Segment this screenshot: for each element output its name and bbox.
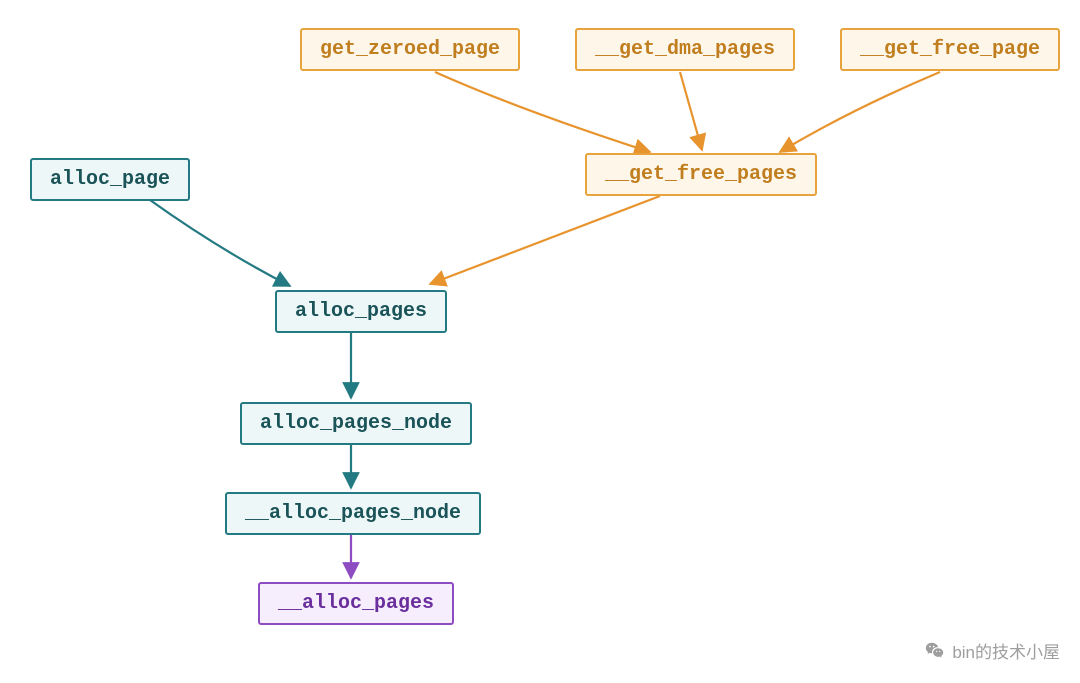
node-label: __alloc_pages — [278, 592, 434, 615]
node-label: __get_free_page — [860, 38, 1040, 61]
node-alloc-pages-final: __alloc_pages — [258, 582, 454, 625]
node-alloc-pages-node-2: __alloc_pages_node — [225, 492, 481, 535]
node-get-free-pages: __get_free_pages — [585, 153, 817, 196]
node-label: __get_dma_pages — [595, 38, 775, 61]
node-label: __get_free_pages — [605, 163, 797, 186]
node-alloc-pages: alloc_pages — [275, 290, 447, 333]
node-label: __alloc_pages_node — [245, 502, 461, 525]
node-get-free-page: __get_free_page — [840, 28, 1060, 71]
node-label: alloc_page — [50, 168, 170, 191]
node-alloc-page: alloc_page — [30, 158, 190, 201]
node-label: alloc_pages_node — [260, 412, 452, 435]
watermark: bin的技术小屋 — [924, 638, 1060, 663]
node-alloc-pages-node: alloc_pages_node — [240, 402, 472, 445]
node-label: get_zeroed_page — [320, 38, 500, 61]
node-label: alloc_pages — [295, 300, 427, 323]
wechat-icon — [924, 640, 946, 662]
diagram-edges — [0, 0, 1080, 683]
watermark-text: bin的技术小屋 — [952, 638, 1060, 663]
node-get-zeroed-page: get_zeroed_page — [300, 28, 520, 71]
node-get-dma-pages: __get_dma_pages — [575, 28, 795, 71]
